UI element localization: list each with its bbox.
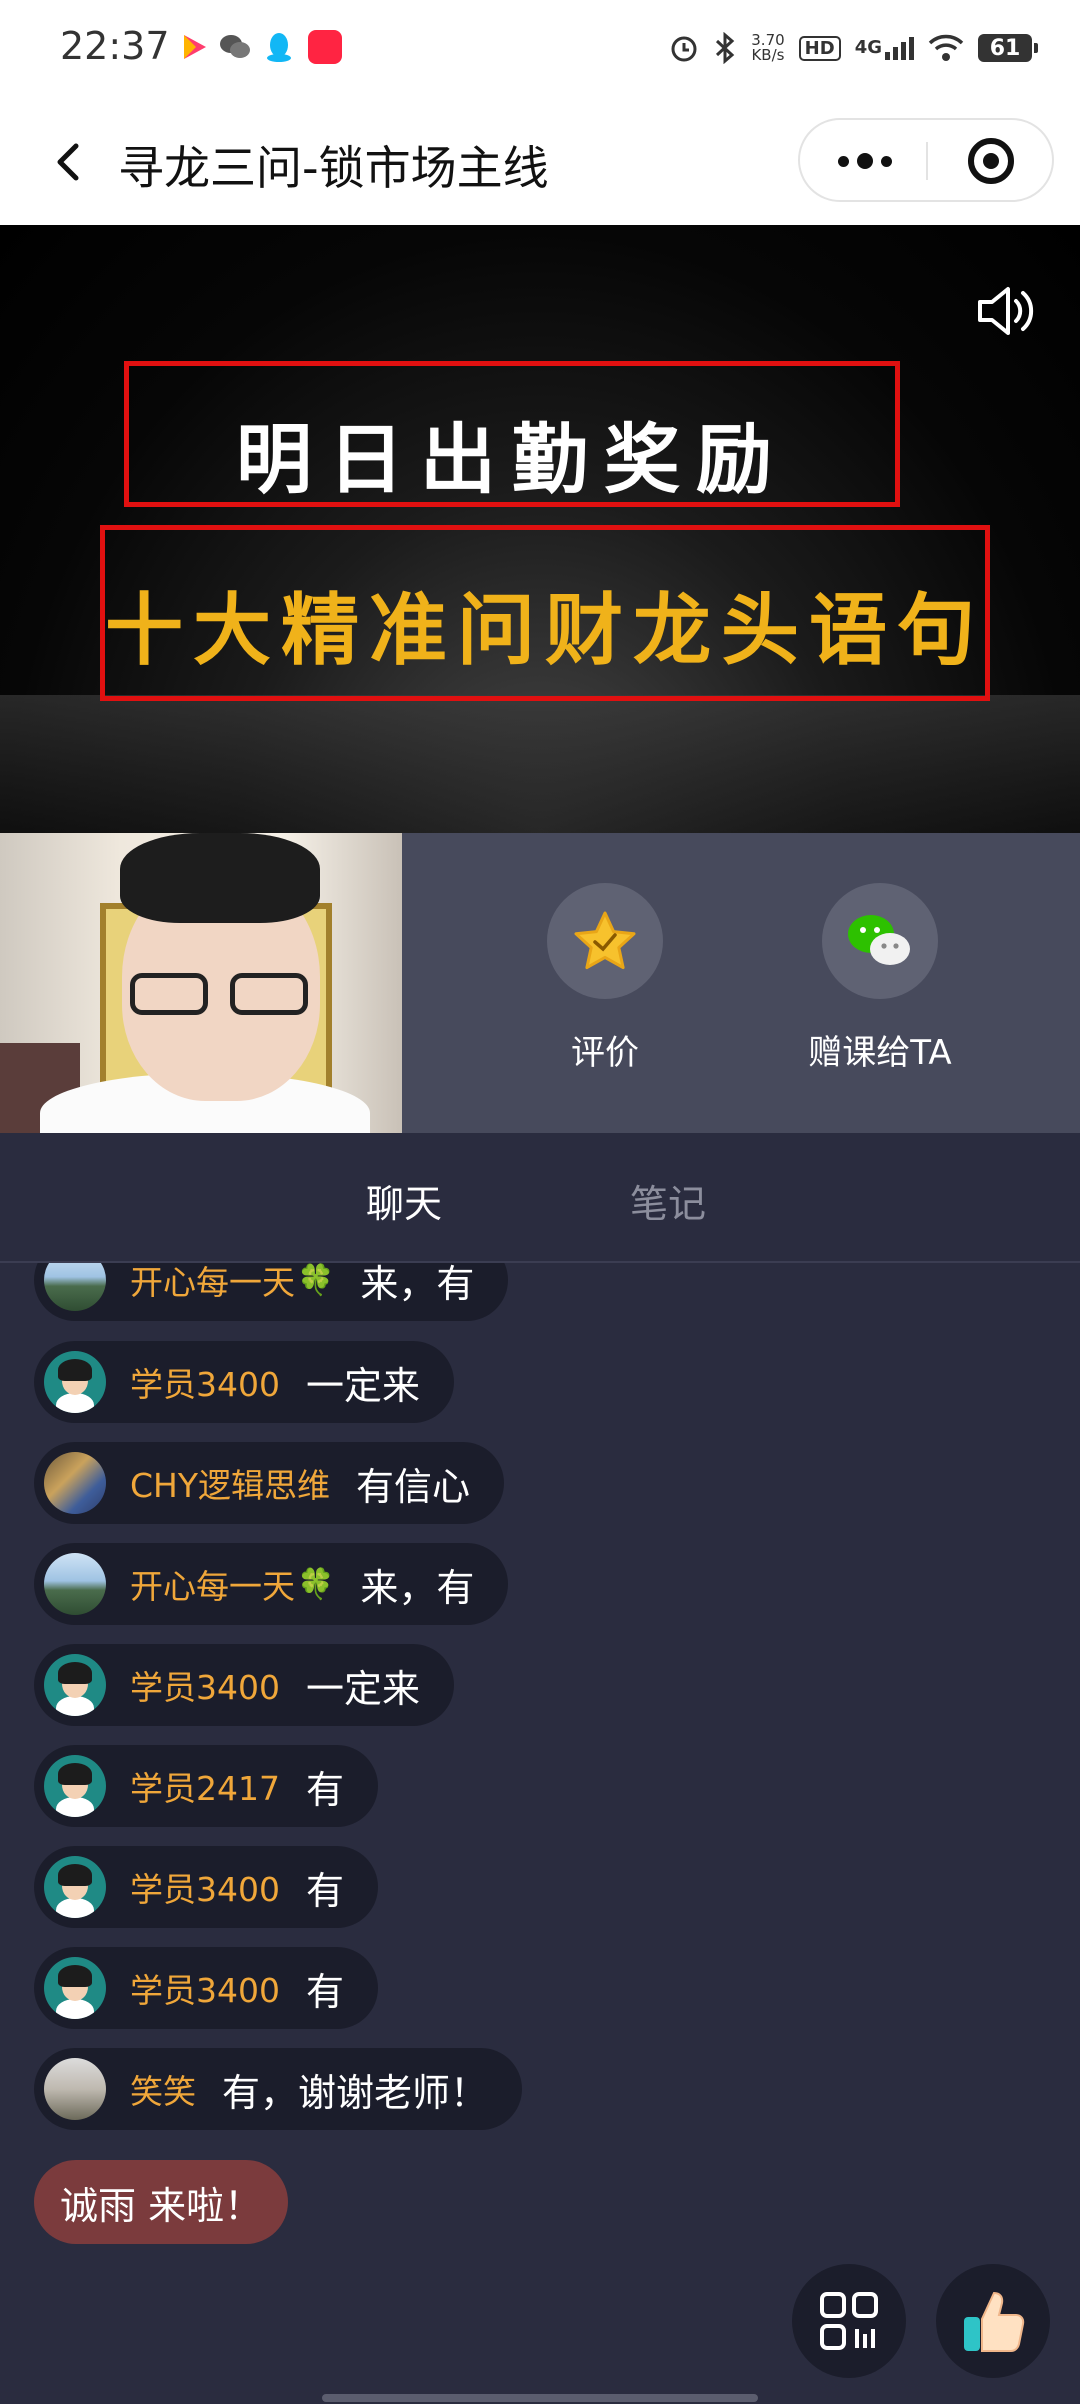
teacher-camera[interactable]: [0, 833, 402, 1133]
close-miniprogram-icon[interactable]: [968, 138, 1014, 184]
miniprogram-capsule: [798, 118, 1054, 202]
avatar[interactable]: [44, 1856, 106, 1918]
video-line2-text: 十大精准问财龙头语句: [105, 585, 986, 676]
back-arrow-icon: [57, 143, 79, 181]
rate-button[interactable]: 评价: [495, 883, 715, 1074]
tab-bar: 聊天 笔记: [0, 1133, 1080, 1263]
chat-username: 学员2417: [130, 1769, 280, 1808]
chat-message: 学员3400 有: [34, 1947, 378, 2029]
chat-text: 有: [305, 1969, 344, 2014]
chat-username: 开心每一天: [130, 1263, 295, 1302]
signal-indicator: 4G: [854, 36, 914, 60]
avatar[interactable]: [44, 1957, 106, 2019]
chat-text: 有，谢谢老师！: [222, 2070, 489, 2115]
avatar[interactable]: [44, 1452, 106, 1514]
thumbs-up-icon: [964, 2291, 1025, 2352]
qrcode-icon: [820, 2292, 878, 2350]
chat-message: CHY逻辑思维 有信心: [34, 1442, 505, 1524]
chat-username: 学员3400: [130, 1971, 280, 2010]
chat-message: 学员3400 一定来: [34, 1644, 454, 1726]
gift-course-button[interactable]: 赠课给TA: [770, 883, 990, 1074]
avatar[interactable]: [44, 1755, 106, 1817]
avatar[interactable]: [44, 2058, 106, 2120]
speed-unit: KB/s: [751, 46, 785, 64]
capsule-divider: [926, 142, 928, 180]
gift-label: 赠课给TA: [808, 1033, 952, 1073]
clover-emoji: 🍀: [297, 1566, 335, 1602]
wechat-status-icon: [218, 30, 252, 64]
live-video[interactable]: 明日出勤奖励 十大精准问财龙头语句: [0, 225, 1080, 833]
hd-badge: HD: [798, 35, 841, 61]
qrcode-button[interactable]: [792, 2264, 906, 2378]
xiaohongshu-status-icon: [308, 30, 342, 64]
chat-message: 开心每一天 🍀 来，有: [34, 1543, 509, 1625]
chat-message: 学员3400 有: [34, 1846, 378, 1928]
chat-text: 一定来: [305, 1666, 420, 1711]
chat-username: 学员3400: [130, 1870, 280, 1909]
alarm-icon: [671, 36, 697, 62]
chat-message: 学员2417 有: [34, 1745, 378, 1827]
network-speed: 3.70 KB/s: [751, 33, 784, 63]
qq-status-icon: [262, 30, 296, 64]
rate-label: 评价: [571, 1033, 639, 1073]
avatar[interactable]: [44, 1553, 106, 1615]
teacher-glasses-left: [130, 973, 208, 1015]
title-bar: 寻龙三问-锁市场主线: [0, 100, 1080, 225]
chat-text: 来，有: [360, 1565, 475, 1610]
chat-text: 有信心: [356, 1464, 471, 1509]
wifi-icon: [928, 34, 964, 61]
chat-username: CHY逻辑思维: [130, 1466, 331, 1505]
star-icon: [574, 911, 636, 970]
home-indicator[interactable]: [322, 2394, 758, 2402]
tab-notes[interactable]: 笔记: [630, 1173, 706, 1228]
chat-message: 开心每一天 🍀 来，有: [34, 1263, 509, 1321]
tab-chat[interactable]: 聊天: [366, 1173, 442, 1228]
clover-emoji: 🍀: [297, 1263, 335, 1298]
avatar[interactable]: [44, 1263, 106, 1311]
chat-message: 学员3400 一定来: [34, 1341, 454, 1423]
status-right: 3.70 KB/s HD 4G 61: [669, 28, 1038, 68]
bluetooth-icon: [716, 32, 735, 64]
chat-username: 开心每一天: [130, 1567, 295, 1606]
page-title: 寻龙三问-锁市场主线: [118, 141, 549, 195]
teacher-hair: [120, 833, 320, 923]
status-time: 22:37: [60, 24, 170, 68]
like-button[interactable]: [936, 2264, 1050, 2378]
chat-username: 学员3400: [130, 1365, 280, 1404]
action-panel: 评价 赠课给TA: [402, 833, 1080, 1133]
avatar[interactable]: [44, 1351, 106, 1413]
chat-text: 有: [305, 1868, 344, 1913]
back-button[interactable]: [42, 134, 98, 190]
video-banner-line1: 明日出勤奖励: [124, 361, 900, 507]
chat-username: 笑笑: [130, 2072, 196, 2111]
chat-message: 笑笑 有，谢谢老师！: [34, 2048, 523, 2130]
more-dots-icon[interactable]: [830, 136, 900, 186]
rate-circle: [547, 883, 663, 999]
wechat-icon: [848, 915, 910, 965]
chat-text: 来，有: [360, 1263, 475, 1306]
video-app-icon: [176, 30, 210, 64]
stage-floor: [0, 695, 1080, 833]
video-line1-text: 明日出勤奖励: [236, 415, 788, 504]
chat-text: 有: [305, 1767, 344, 1812]
enter-notice: 诚雨 来啦！: [34, 2160, 289, 2244]
video-banner-line2: 十大精准问财龙头语句: [100, 525, 990, 701]
chat-username: 学员3400: [130, 1668, 280, 1707]
network-type: 4G: [854, 36, 882, 58]
avatar[interactable]: [44, 1654, 106, 1716]
battery-indicator: 61: [978, 34, 1038, 62]
teacher-glasses-right: [230, 973, 308, 1015]
gift-circle: [822, 883, 938, 999]
speaker-icon[interactable]: [974, 283, 1036, 339]
status-bar: 22:37 3.70 KB/s HD 4G 61: [0, 0, 1080, 100]
chat-text: 一定来: [305, 1363, 420, 1408]
